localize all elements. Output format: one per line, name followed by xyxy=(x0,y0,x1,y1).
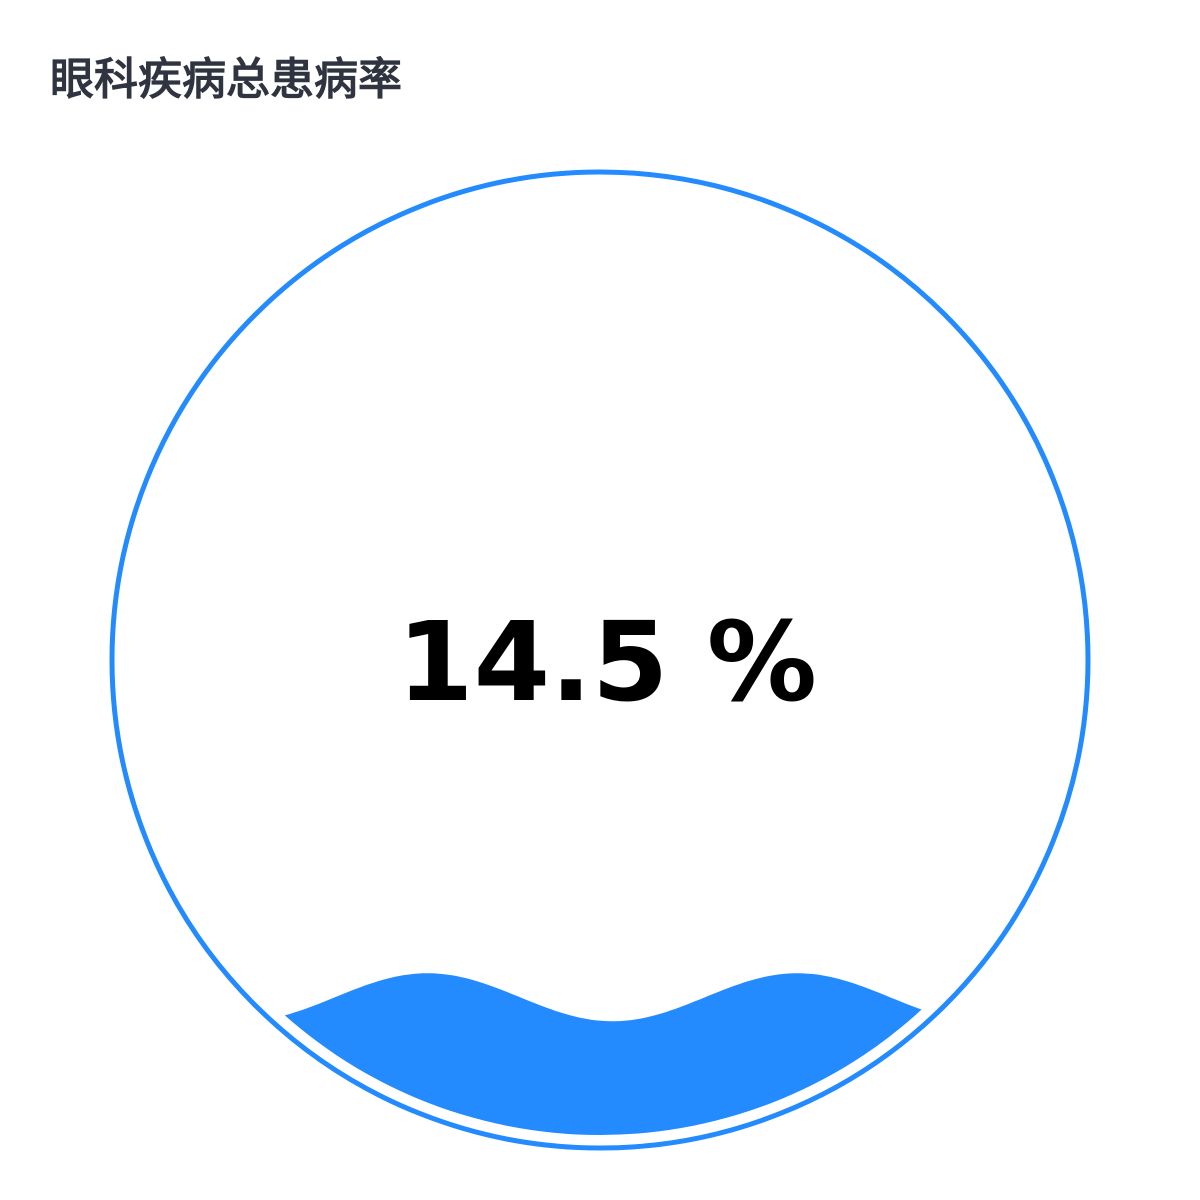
liquid-fill-chart: 14.5 % xyxy=(109,169,1091,1151)
liquid-wave xyxy=(125,973,1075,1135)
value-label: 14.5 % xyxy=(397,598,817,726)
chart-page: 眼科疾病总患病率 14.5 % xyxy=(0,0,1200,1200)
